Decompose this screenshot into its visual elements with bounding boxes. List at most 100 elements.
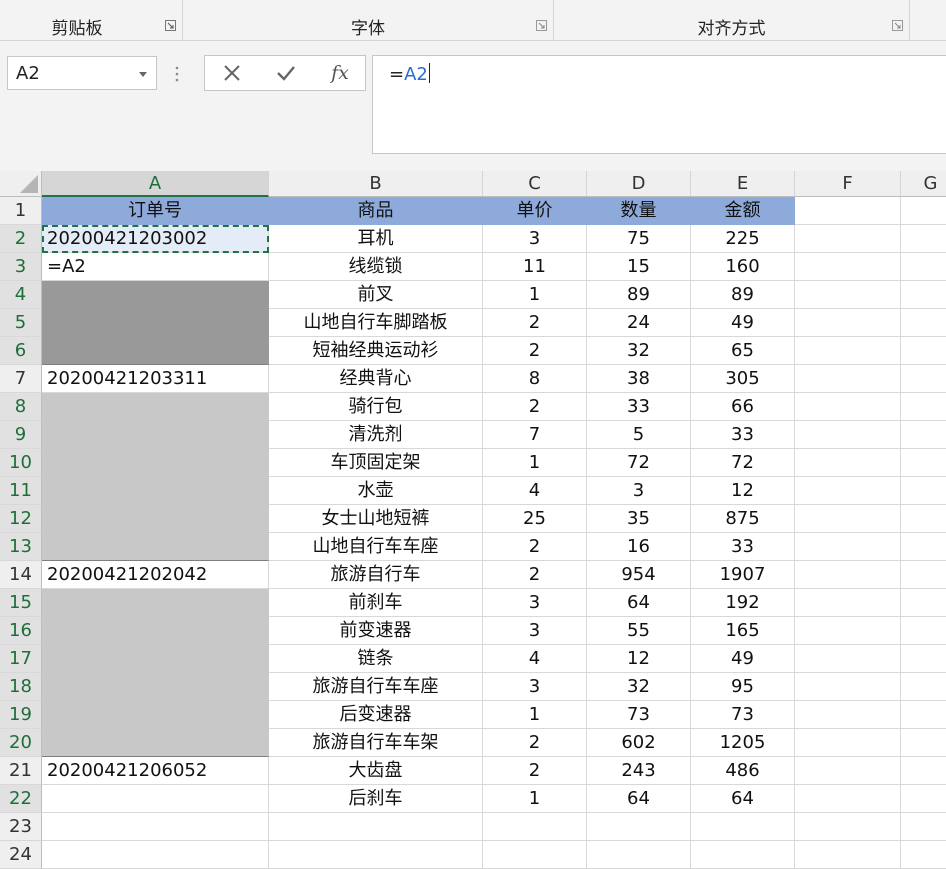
enter-button[interactable] bbox=[273, 60, 299, 86]
column-header-f[interactable]: F bbox=[795, 171, 901, 197]
row-header[interactable]: 8 bbox=[0, 393, 42, 421]
cell-f19[interactable] bbox=[795, 701, 901, 729]
cell-g5[interactable] bbox=[901, 309, 946, 337]
cell-c2[interactable]: 3 bbox=[483, 225, 587, 253]
cell-d5[interactable]: 24 bbox=[587, 309, 691, 337]
row-header[interactable]: 2 bbox=[0, 225, 42, 253]
cell-c21[interactable]: 2 bbox=[483, 757, 587, 785]
cell-c17[interactable]: 4 bbox=[483, 645, 587, 673]
row-header[interactable]: 7 bbox=[0, 365, 42, 393]
cell-b4[interactable]: 前叉 bbox=[269, 281, 483, 309]
cell-e23[interactable] bbox=[691, 813, 795, 841]
cell-c23[interactable] bbox=[483, 813, 587, 841]
cell-c6[interactable]: 2 bbox=[483, 337, 587, 365]
cell-c4[interactable]: 1 bbox=[483, 281, 587, 309]
cell-d24[interactable] bbox=[587, 841, 691, 869]
cell-f5[interactable] bbox=[795, 309, 901, 337]
cell-g7[interactable] bbox=[901, 365, 946, 393]
cell-c14[interactable]: 2 bbox=[483, 561, 587, 589]
cell-f12[interactable] bbox=[795, 505, 901, 533]
cell-f18[interactable] bbox=[795, 673, 901, 701]
cell-c8[interactable]: 2 bbox=[483, 393, 587, 421]
cell-g6[interactable] bbox=[901, 337, 946, 365]
cell-a7[interactable]: 20200421203311 bbox=[42, 365, 269, 393]
drag-handle-icon[interactable] bbox=[175, 65, 179, 83]
row-header[interactable]: 19 bbox=[0, 701, 42, 729]
cell-e17[interactable]: 49 bbox=[691, 645, 795, 673]
cell-d2[interactable]: 75 bbox=[587, 225, 691, 253]
cell-b12[interactable]: 女士山地短裤 bbox=[269, 505, 483, 533]
cell-d6[interactable]: 32 bbox=[587, 337, 691, 365]
cell-d11[interactable]: 3 bbox=[587, 477, 691, 505]
row-header[interactable]: 13 bbox=[0, 533, 42, 561]
cell-d7[interactable]: 38 bbox=[587, 365, 691, 393]
cell-g11[interactable] bbox=[901, 477, 946, 505]
cell-f24[interactable] bbox=[795, 841, 901, 869]
cell-a17[interactable] bbox=[42, 645, 269, 673]
cell-b16[interactable]: 前变速器 bbox=[269, 617, 483, 645]
cell-e9[interactable]: 33 bbox=[691, 421, 795, 449]
cell-e24[interactable] bbox=[691, 841, 795, 869]
row-header[interactable]: 18 bbox=[0, 673, 42, 701]
cell-g9[interactable] bbox=[901, 421, 946, 449]
cell-a2[interactable]: 20200421203002 bbox=[42, 225, 269, 253]
cancel-button[interactable] bbox=[219, 60, 245, 86]
cell-a12[interactable] bbox=[42, 505, 269, 533]
cell-e22[interactable]: 64 bbox=[691, 785, 795, 813]
cell-c22[interactable]: 1 bbox=[483, 785, 587, 813]
cell-a11[interactable] bbox=[42, 477, 269, 505]
cell-d10[interactable]: 72 bbox=[587, 449, 691, 477]
cell-g3[interactable] bbox=[901, 253, 946, 281]
row-header[interactable]: 11 bbox=[0, 477, 42, 505]
cell-c1[interactable]: 单价 bbox=[483, 197, 587, 225]
cell-g16[interactable] bbox=[901, 617, 946, 645]
dialog-launcher-icon[interactable] bbox=[536, 20, 547, 31]
cell-e15[interactable]: 192 bbox=[691, 589, 795, 617]
cell-b7[interactable]: 经典背心 bbox=[269, 365, 483, 393]
cell-a5[interactable] bbox=[42, 309, 269, 337]
row-header[interactable]: 14 bbox=[0, 561, 42, 589]
cell-e12[interactable]: 875 bbox=[691, 505, 795, 533]
cell-c15[interactable]: 3 bbox=[483, 589, 587, 617]
cell-a3[interactable]: =A2 bbox=[42, 253, 269, 281]
row-header[interactable]: 17 bbox=[0, 645, 42, 673]
cell-c16[interactable]: 3 bbox=[483, 617, 587, 645]
cell-a24[interactable] bbox=[42, 841, 269, 869]
row-header[interactable]: 23 bbox=[0, 813, 42, 841]
cell-a13[interactable] bbox=[42, 533, 269, 561]
formula-input[interactable]: =A2 bbox=[372, 55, 946, 154]
cell-a15[interactable] bbox=[42, 589, 269, 617]
cell-d22[interactable]: 64 bbox=[587, 785, 691, 813]
cell-b6[interactable]: 短袖经典运动衫 bbox=[269, 337, 483, 365]
cell-g24[interactable] bbox=[901, 841, 946, 869]
row-header[interactable]: 15 bbox=[0, 589, 42, 617]
cell-e13[interactable]: 33 bbox=[691, 533, 795, 561]
cell-c3[interactable]: 11 bbox=[483, 253, 587, 281]
cell-c13[interactable]: 2 bbox=[483, 533, 587, 561]
cell-b24[interactable] bbox=[269, 841, 483, 869]
cell-a1[interactable]: 订单号 bbox=[42, 197, 269, 225]
cell-a21[interactable]: 20200421206052 bbox=[42, 757, 269, 785]
cell-g23[interactable] bbox=[901, 813, 946, 841]
cell-f15[interactable] bbox=[795, 589, 901, 617]
cell-g18[interactable] bbox=[901, 673, 946, 701]
name-box[interactable]: A2 bbox=[7, 56, 157, 90]
row-header[interactable]: 24 bbox=[0, 841, 42, 869]
row-header[interactable]: 9 bbox=[0, 421, 42, 449]
cell-f8[interactable] bbox=[795, 393, 901, 421]
cell-g19[interactable] bbox=[901, 701, 946, 729]
column-header-b[interactable]: B bbox=[269, 171, 483, 197]
cell-e21[interactable]: 486 bbox=[691, 757, 795, 785]
cell-f10[interactable] bbox=[795, 449, 901, 477]
cell-a9[interactable] bbox=[42, 421, 269, 449]
cell-e14[interactable]: 1907 bbox=[691, 561, 795, 589]
cell-e6[interactable]: 65 bbox=[691, 337, 795, 365]
dialog-launcher-icon[interactable] bbox=[165, 20, 176, 31]
cell-d23[interactable] bbox=[587, 813, 691, 841]
cell-b11[interactable]: 水壶 bbox=[269, 477, 483, 505]
cell-f22[interactable] bbox=[795, 785, 901, 813]
cell-c24[interactable] bbox=[483, 841, 587, 869]
dialog-launcher-icon[interactable] bbox=[892, 20, 903, 31]
cell-d8[interactable]: 33 bbox=[587, 393, 691, 421]
cell-d19[interactable]: 73 bbox=[587, 701, 691, 729]
